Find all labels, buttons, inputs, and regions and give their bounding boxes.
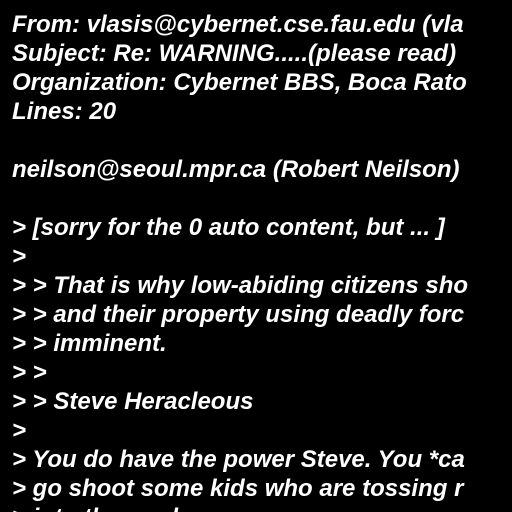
quoted-line: > > Steve Heracleous [12,388,254,415]
quoted-line: > into the road ... [12,503,468,512]
quoted-line: > [12,243,27,270]
message-view: From: vlasis@cybernet.cse.fau.edu (vla S… [0,0,512,512]
header-organization: Organization: Cybernet BBS, Boca Rato [12,69,467,96]
blank-line [12,184,468,213]
quoted-line: > > That is why low-abiding citizens sho [12,272,469,299]
quoted-line: > [12,417,27,444]
quoted-line: > > imminent. [12,330,167,357]
header-lines: Lines: 20 [12,98,117,125]
quoted-line: > > [12,359,47,386]
quoted-line: > go shoot some kids who are tossing r [12,475,464,502]
quoted-line: > You do have the power Steve. You *ca [12,446,465,473]
header-from: From: vlasis@cybernet.cse.fau.edu (vla [12,11,464,38]
quoted-line: > [sorry for the 0 auto content, but ...… [12,214,445,241]
message-text: From: vlasis@cybernet.cse.fau.edu (vla S… [12,10,468,512]
attribution-line: neilson@seoul.mpr.ca (Robert Neilson) [12,156,460,183]
quoted-line: > > and their property using deadly forc [12,301,465,328]
blank-line [12,126,468,155]
header-subject: Subject: Re: WARNING.....(please read) [12,40,457,67]
